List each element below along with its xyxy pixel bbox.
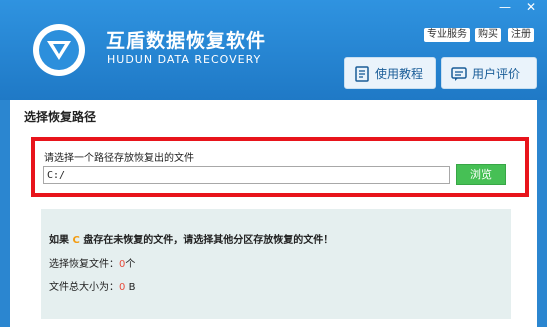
warning-text: 如果 C 盘存在未恢复的文件，请选择其他分区存放恢复的文件！ xyxy=(49,235,334,246)
main-content: 选择恢复路径 请选择一个路径存放恢复出的文件 浏览 如果 C 盘存在未恢复的文件… xyxy=(10,100,537,327)
professional-service-link[interactable]: 专业服务 xyxy=(424,28,470,42)
buy-link[interactable]: 购买 xyxy=(475,28,501,42)
warning-drive: C xyxy=(72,235,80,246)
path-select-box: 请选择一个路径存放恢复出的文件 浏览 xyxy=(31,137,529,197)
app-title: 互盾数据恢复软件 xyxy=(106,30,267,52)
info-panel: 如果 C 盘存在未恢复的文件，请选择其他分区存放恢复的文件！ 选择恢复文件：0个… xyxy=(41,209,511,319)
total-size-line: 文件总大小为：0 B xyxy=(49,282,136,293)
minimize-button[interactable]: — xyxy=(494,0,516,16)
path-select-label: 请选择一个路径存放恢复出的文件 xyxy=(44,153,194,164)
comment-icon xyxy=(451,67,467,81)
path-input[interactable] xyxy=(43,166,450,184)
user-review-button-label: 用户评价 xyxy=(472,67,521,81)
user-review-button[interactable]: 用户评价 xyxy=(441,57,537,89)
browse-button[interactable]: 浏览 xyxy=(456,164,506,185)
tutorial-button[interactable]: 使用教程 xyxy=(344,57,436,89)
tutorial-button-label: 使用教程 xyxy=(375,67,424,81)
section-title: 选择恢复路径 xyxy=(24,110,97,124)
close-button[interactable]: ✕ xyxy=(517,0,545,16)
app-logo-icon xyxy=(33,24,85,76)
register-link[interactable]: 注册 xyxy=(508,28,534,42)
selected-files-line: 选择恢复文件：0个 xyxy=(49,259,136,270)
app-subtitle: HUDUN DATA RECOVERY xyxy=(107,53,262,66)
app-header: 互盾数据恢复软件 HUDUN DATA RECOVERY — ✕ 专业服务 购买… xyxy=(0,0,547,100)
book-icon xyxy=(355,66,369,82)
total-size-value: 0 xyxy=(119,282,126,293)
